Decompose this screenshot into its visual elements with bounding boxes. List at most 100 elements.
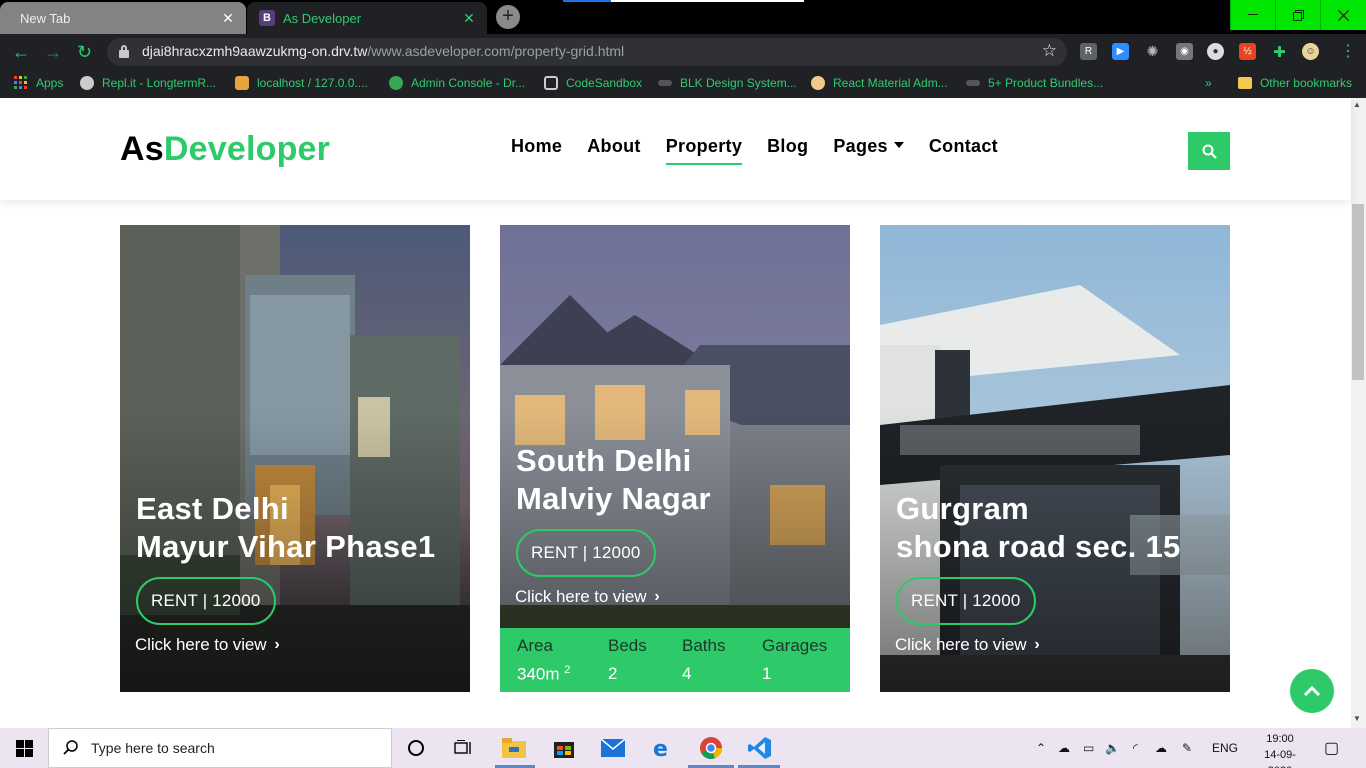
profile-avatar-icon[interactable]: ☺ bbox=[1302, 43, 1319, 60]
property-card[interactable]: East Delhi Mayur Vihar Phase1 RENT | 120… bbox=[120, 225, 470, 692]
rent-badge[interactable]: RENT | 12000 bbox=[136, 577, 276, 625]
stat-value: 2 bbox=[608, 664, 618, 683]
bookmark-admin-console[interactable]: Admin Console - Dr... bbox=[389, 76, 525, 90]
bookmark-label: Admin Console - Dr... bbox=[411, 76, 526, 90]
mail-icon[interactable] bbox=[601, 736, 625, 760]
edge-browser-icon[interactable]: e bbox=[650, 736, 674, 760]
nav-pages-dropdown[interactable]: Pages bbox=[833, 136, 904, 157]
close-window-button[interactable] bbox=[1320, 0, 1366, 30]
lock-icon bbox=[119, 45, 129, 58]
circle-extension-icon[interactable]: ● bbox=[1207, 43, 1224, 60]
language-indicator[interactable]: ENG bbox=[1212, 728, 1238, 768]
chrome-browser-icon[interactable] bbox=[699, 736, 723, 760]
close-tab-icon[interactable]: ✕ bbox=[461, 10, 477, 27]
bundle-icon bbox=[966, 80, 980, 86]
caret-down-icon bbox=[893, 141, 904, 148]
scrollbar-thumb[interactable] bbox=[1352, 204, 1364, 380]
forward-arrow-icon[interactable]: → bbox=[44, 42, 62, 62]
tab-title: New Tab bbox=[20, 10, 71, 26]
codesandbox-icon bbox=[544, 76, 558, 90]
view-link[interactable]: Click here to view › bbox=[135, 635, 280, 655]
onedrive-icon[interactable]: ☁ bbox=[1058, 728, 1070, 768]
show-hidden-icons-icon[interactable]: ⌃ bbox=[1036, 728, 1046, 768]
other-bookmarks[interactable]: Other bookmarks bbox=[1237, 76, 1352, 90]
bookmark-star-icon[interactable]: ☆ bbox=[1042, 41, 1057, 61]
stat-value: 1 bbox=[762, 664, 772, 683]
page-scrollbar[interactable] bbox=[1351, 98, 1366, 728]
puzzle-extensions-icon[interactable]: ✚ bbox=[1271, 43, 1288, 61]
file-explorer-icon[interactable] bbox=[502, 736, 526, 760]
task-view-icon[interactable] bbox=[452, 736, 476, 760]
back-to-top-button[interactable] bbox=[1290, 669, 1334, 713]
property-title-line1: East Delhi bbox=[136, 491, 289, 526]
nav-home[interactable]: Home bbox=[511, 136, 562, 157]
tab-as-developer[interactable]: B As Developer ✕ bbox=[247, 2, 487, 34]
bookmark-product-bundles[interactable]: 5+ Product Bundles... bbox=[966, 76, 1103, 90]
bookmark-replit[interactable]: Repl.it - LongtermR... bbox=[80, 76, 216, 90]
bookmark-blk-design[interactable]: BLK Design System... bbox=[658, 76, 797, 90]
reload-icon[interactable]: ↻ bbox=[77, 42, 92, 62]
extension-icon[interactable]: R bbox=[1080, 43, 1097, 60]
stat-value-number: 340m bbox=[517, 664, 560, 684]
volume-icon[interactable]: 🔈 bbox=[1105, 728, 1120, 768]
rent-badge[interactable]: RENT | 12000 bbox=[516, 529, 656, 577]
cloud-sync-icon[interactable]: ☁ bbox=[1155, 728, 1167, 768]
search-button[interactable] bbox=[1188, 132, 1230, 170]
bookmark-codesandbox[interactable]: CodeSandbox bbox=[544, 76, 642, 90]
bookmark-label: CodeSandbox bbox=[566, 76, 643, 90]
tab-new-tab[interactable]: New Tab ✕ bbox=[0, 2, 246, 34]
bookmark-label: BLK Design System... bbox=[680, 76, 797, 90]
bookmark-apps[interactable]: Apps bbox=[14, 76, 63, 90]
address-bar[interactable]: djai8hracxzmh9aawzukmg-on.drv.tw/www.asd… bbox=[107, 38, 1067, 66]
nav-blog[interactable]: Blog bbox=[767, 136, 808, 157]
nav-pages[interactable]: Pages bbox=[833, 136, 888, 157]
rent-badge[interactable]: RENT | 12000 bbox=[896, 577, 1036, 625]
property-card[interactable]: Gurgram shona road sec. 15 RENT | 12000 … bbox=[880, 225, 1230, 692]
scroll-up-arrow-icon[interactable]: ▲ bbox=[1353, 100, 1361, 109]
new-tab-button[interactable]: + bbox=[496, 5, 520, 29]
bookmark-label: 5+ Product Bundles... bbox=[988, 76, 1104, 90]
stat-garages: Garages 1 bbox=[762, 636, 827, 684]
microsoft-store-icon[interactable] bbox=[552, 736, 576, 760]
scroll-down-arrow-icon[interactable]: ▼ bbox=[1353, 714, 1361, 723]
bootstrap-favicon-icon: B bbox=[259, 10, 275, 26]
url-text[interactable]: djai8hracxzmh9aawzukmg-on.drv.tw/www.asd… bbox=[142, 43, 624, 59]
property-card[interactable]: South Delhi Malviy Nagar RENT | 12000 Cl… bbox=[500, 225, 850, 692]
bug-extension-icon[interactable]: ✺ bbox=[1144, 43, 1161, 60]
notifications-icon[interactable]: ▢ bbox=[1324, 728, 1339, 768]
property-title: East Delhi Mayur Vihar Phase1 bbox=[136, 490, 435, 566]
bookmark-label: Repl.it - LongtermR... bbox=[102, 76, 217, 90]
bookmark-react-material[interactable]: React Material Adm... bbox=[811, 76, 948, 90]
site-logo[interactable]: AsDeveloper bbox=[120, 130, 330, 169]
nav-contact[interactable]: Contact bbox=[929, 136, 998, 157]
back-arrow-icon[interactable]: ← bbox=[12, 42, 30, 62]
restore-button[interactable] bbox=[1275, 0, 1320, 30]
replit-icon bbox=[80, 76, 94, 90]
cortana-icon[interactable] bbox=[404, 736, 428, 760]
taskbar-search-box[interactable]: Type here to search bbox=[48, 728, 392, 768]
minimize-button[interactable] bbox=[1230, 0, 1275, 30]
menu-dots-icon[interactable]: ⋮ bbox=[1340, 42, 1356, 62]
nav-about[interactable]: About bbox=[587, 136, 640, 157]
property-title-line1: South Delhi bbox=[516, 443, 692, 478]
view-link[interactable]: Click here to view › bbox=[895, 635, 1040, 655]
nav-property[interactable]: Property bbox=[665, 136, 743, 165]
bookmarks-overflow-button[interactable]: » bbox=[1205, 76, 1212, 90]
chevron-right-icon: › bbox=[654, 588, 660, 605]
vscode-icon[interactable] bbox=[748, 736, 772, 760]
chevron-right-icon: › bbox=[274, 636, 280, 653]
close-tab-icon[interactable]: ✕ bbox=[220, 10, 236, 27]
chevron-up-icon bbox=[1304, 686, 1320, 696]
view-link[interactable]: Click here to view › bbox=[515, 587, 660, 607]
system-clock[interactable]: 19:00 14-09-2020 bbox=[1252, 731, 1308, 768]
bookmark-label: localhost / 127.0.0.... bbox=[257, 76, 368, 90]
zoom-extension-icon[interactable]: ▶ bbox=[1112, 43, 1129, 60]
bookmark-localhost[interactable]: localhost / 127.0.0.... bbox=[235, 76, 368, 90]
battery-icon[interactable]: ▭ bbox=[1083, 728, 1094, 768]
pen-icon[interactable]: ✎ bbox=[1182, 728, 1192, 768]
postman-extension-icon[interactable]: ½ bbox=[1239, 43, 1256, 60]
camera-extension-icon[interactable]: ◉ bbox=[1176, 43, 1193, 60]
wifi-icon[interactable]: ◜ bbox=[1133, 728, 1138, 768]
main-nav: Home About Property Blog Pages Contact bbox=[511, 136, 1023, 165]
start-button[interactable] bbox=[0, 728, 48, 768]
